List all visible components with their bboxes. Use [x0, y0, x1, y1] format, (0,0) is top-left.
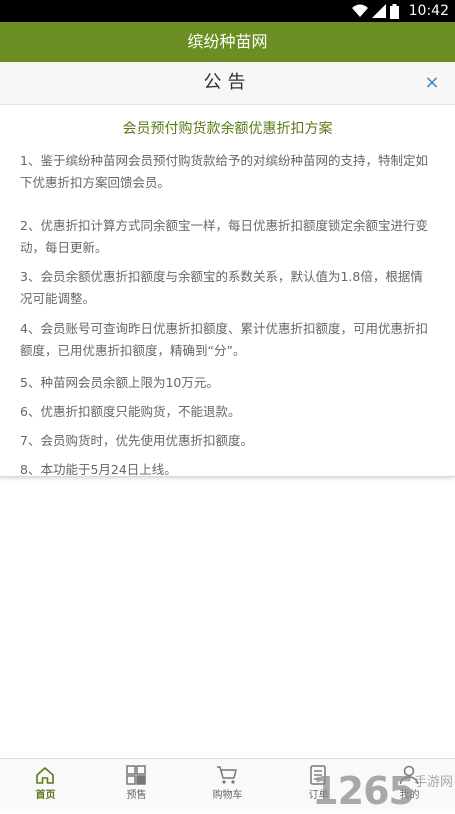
close-button[interactable]: × — [423, 74, 441, 92]
notice-item: 4、会员账号可查询昨日优惠折扣额度、累计优惠折扣额度，可用优惠折扣额度，已用优惠… — [20, 321, 428, 358]
notice-dialog: 公告 × 会员预付购货款余额优惠折扣方案 1、鉴于缤纷种苗网会员预付购货款给予的… — [0, 62, 455, 477]
signal-icon — [372, 4, 386, 18]
notice-title: 公告 — [203, 72, 252, 93]
notice-subtitle: 会员预付购货款余额优惠折扣方案 — [122, 121, 333, 137]
close-icon: × — [424, 72, 440, 93]
tab-presale[interactable]: 预售 — [91, 759, 182, 809]
watermark-prefix: 1 — [312, 769, 338, 813]
grid-icon — [126, 765, 146, 785]
notice-item: 6、优惠折扣额度只能购货，不能退款。 — [20, 404, 241, 419]
watermark-suffix: 手游网 — [413, 775, 453, 790]
watermark-number: 265 — [337, 769, 415, 813]
notice-item: 1、鉴于缤纷种苗网会员预付购货款给予的对缤纷种苗网的支持，特制定如下优惠折扣方案… — [20, 153, 428, 190]
wifi-icon — [352, 4, 368, 17]
tab-home[interactable]: 首页 — [0, 759, 91, 809]
status-time: 10:42 — [408, 3, 449, 19]
cart-icon — [217, 766, 237, 784]
tab-label: 预售 — [126, 790, 147, 801]
tab-label: 首页 — [35, 790, 56, 801]
status-bar: 10:42 — [0, 0, 455, 22]
notice-item: 7、会员购货时，优先使用优惠折扣额度。 — [20, 433, 253, 448]
app-header: 缤纷种苗网 — [0, 22, 455, 62]
app-title: 缤纷种苗网 — [187, 32, 268, 51]
home-icon — [36, 767, 54, 784]
tab-label: 购物车 — [212, 790, 243, 801]
notice-item: 8、本功能于5月24日上线。 — [20, 462, 177, 477]
notice-item: 5、种苗网会员余额上限为10万元。 — [20, 375, 219, 390]
tab-cart[interactable]: 购物车 — [182, 759, 273, 809]
notice-header: 公告 × — [0, 62, 455, 105]
status-icons — [352, 3, 399, 19]
notice-item: 3、会员余额优惠折扣额度与余额宝的系数关系，默认值为1.8倍，根据情况可能调整。 — [20, 269, 423, 306]
battery-icon — [390, 3, 399, 19]
notice-item: 2、优惠折扣计算方式同余额宝一样，每日优惠折扣额度锁定余额宝进行变动，每日更新。 — [20, 218, 428, 255]
watermark-logo: 1265手游网 — [293, 760, 453, 813]
